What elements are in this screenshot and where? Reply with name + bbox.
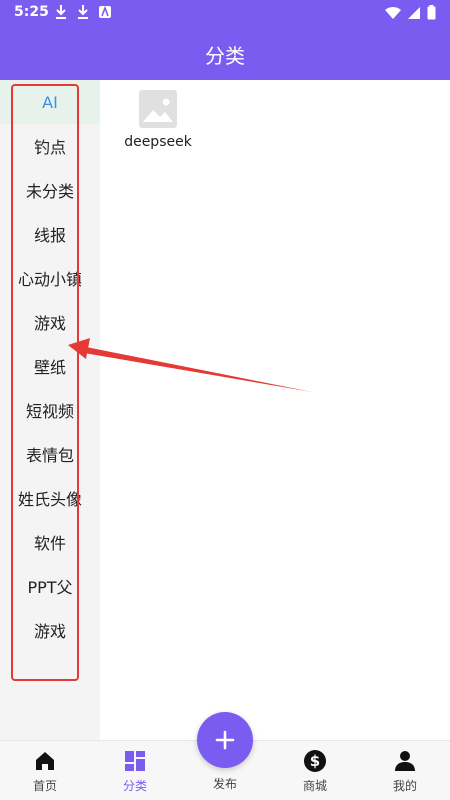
publish-button[interactable] bbox=[197, 712, 253, 768]
status-time: 5:25 bbox=[14, 4, 49, 20]
sidebar-item-label: AI bbox=[42, 92, 58, 112]
user-icon bbox=[395, 751, 415, 771]
image-placeholder-icon bbox=[139, 90, 177, 128]
sidebar-item-stickers[interactable]: 表情包 bbox=[0, 432, 100, 476]
nav-category[interactable]: 分类 bbox=[90, 741, 180, 800]
sidebar-item-label: 短视频 bbox=[25, 402, 74, 421]
status-notification-icons bbox=[54, 4, 112, 20]
sidebar-item-ppt[interactable]: PPT父 bbox=[0, 564, 100, 608]
status-system-icons bbox=[385, 5, 436, 20]
nav-label: 我的 bbox=[392, 779, 417, 793]
status-bar: 5:25 bbox=[0, 0, 450, 26]
sidebar-item-label: 软件 bbox=[33, 534, 66, 553]
category-content: deepseek bbox=[100, 80, 450, 740]
nav-profile[interactable]: 我的 bbox=[360, 741, 450, 800]
sidebar-item-label: 线报 bbox=[33, 226, 66, 245]
publish-label: 发布 bbox=[212, 777, 237, 791]
content-item-label: deepseek bbox=[124, 134, 192, 150]
content-item-deepseek[interactable]: deepseek bbox=[124, 90, 192, 150]
nav-label: 分类 bbox=[122, 779, 147, 793]
category-icon bbox=[125, 751, 145, 771]
sidebar-item-uncategorized[interactable]: 未分类 bbox=[0, 168, 100, 212]
sidebar-item-label: 游戏 bbox=[33, 314, 66, 333]
sidebar-item-games[interactable]: 游戏 bbox=[0, 300, 100, 344]
nav-home[interactable]: 首页 bbox=[0, 741, 90, 800]
sidebar-item-software[interactable]: 软件 bbox=[0, 520, 100, 564]
sidebar-item-short-video[interactable]: 短视频 bbox=[0, 388, 100, 432]
category-sidebar: AI 钓点 未分类 线报 心动小镇 游戏 壁纸 短视频 表情包 姓氏头像 软件 … bbox=[0, 80, 100, 740]
dollar-icon: $ bbox=[304, 750, 326, 772]
sidebar-item-label: 未分类 bbox=[25, 182, 74, 201]
sidebar-item-label: 姓氏头像 bbox=[17, 490, 82, 509]
download-icon bbox=[56, 5, 66, 19]
sidebar-item-fishing-spot[interactable]: 钓点 bbox=[0, 124, 100, 168]
nav-shop[interactable]: $ 商城 bbox=[270, 741, 360, 800]
home-icon bbox=[36, 752, 54, 770]
battery-icon bbox=[427, 5, 436, 20]
sidebar-item-label: 壁纸 bbox=[33, 358, 66, 377]
nav-label: 首页 bbox=[32, 779, 57, 793]
sidebar-item-label: 游戏 bbox=[33, 622, 66, 641]
wifi-icon bbox=[385, 6, 401, 19]
sidebar-item-label: 钓点 bbox=[33, 138, 66, 157]
sidebar-item-label: PPT父 bbox=[27, 578, 73, 597]
sidebar-item-label: 表情包 bbox=[25, 446, 74, 465]
sidebar-item-label: 心动小镇 bbox=[17, 270, 82, 289]
nav-label: 商城 bbox=[302, 779, 327, 793]
sidebar-item-ai[interactable]: AI bbox=[0, 80, 100, 124]
sidebar-item-surname-avatar[interactable]: 姓氏头像 bbox=[0, 476, 100, 520]
page-title: 分类 bbox=[205, 44, 245, 68]
app-bar: 分类 bbox=[0, 26, 450, 80]
signal-icon bbox=[408, 6, 420, 19]
svg-text:$: $ bbox=[310, 752, 320, 770]
sidebar-item-heart-town[interactable]: 心动小镇 bbox=[0, 256, 100, 300]
sidebar-item-games-2[interactable]: 游戏 bbox=[0, 608, 100, 652]
sidebar-item-deals[interactable]: 线报 bbox=[0, 212, 100, 256]
download-icon bbox=[78, 5, 88, 19]
plus-icon bbox=[215, 730, 235, 750]
app-icon bbox=[99, 5, 111, 18]
sidebar-item-wallpaper[interactable]: 壁纸 bbox=[0, 344, 100, 388]
